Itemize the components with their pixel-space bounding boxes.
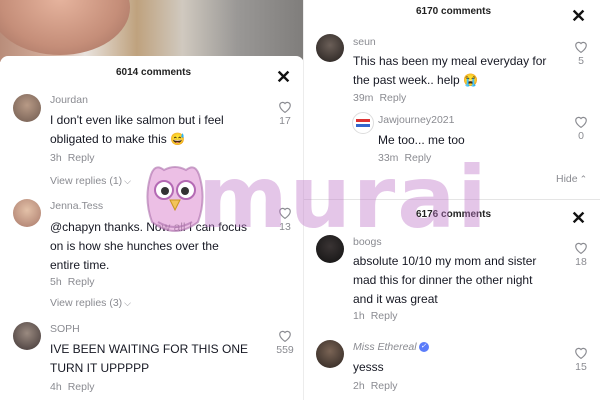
comment-username[interactable]: Jenna.Tess — [50, 200, 103, 212]
comment-meta: 2h Reply — [353, 380, 398, 392]
left-comments-screenshot: 6014 comments ✕ Jourdan I don't even lik… — [0, 0, 304, 400]
comment-time: 4h — [50, 381, 62, 393]
comment-text: I don't even like salmon but i feel oblig… — [50, 113, 224, 146]
chevron-up-icon: ⌃ — [579, 174, 588, 184]
comment-username[interactable]: Miss Ethereal ✓ — [353, 341, 429, 353]
avatar[interactable] — [13, 322, 41, 350]
reply-text: Me too... me too — [378, 133, 465, 147]
avatar[interactable] — [352, 112, 374, 134]
reply-button[interactable]: Reply — [68, 276, 95, 288]
like-count: 0 — [578, 130, 584, 142]
comment-meta: 1h Reply — [353, 310, 398, 322]
avatar[interactable] — [316, 340, 344, 368]
comments-count-header: 6176 comments — [416, 209, 492, 220]
comment-meta: 5h Reply — [50, 276, 95, 288]
close-button[interactable]: ✕ — [571, 209, 586, 227]
like-count: 559 — [276, 344, 294, 356]
heart-icon — [279, 207, 291, 219]
reply-button[interactable]: Reply — [371, 380, 398, 392]
avatar[interactable] — [316, 235, 344, 263]
view-replies-button[interactable]: View replies (3) ⌵ — [50, 297, 131, 309]
chevron-down-icon: ⌵ — [124, 176, 131, 186]
reply-button[interactable]: Reply — [379, 92, 406, 104]
like-button[interactable] — [573, 40, 589, 53]
heart-icon — [279, 101, 291, 113]
close-button[interactable]: ✕ — [571, 7, 586, 25]
comment-username[interactable]: seun — [353, 36, 376, 48]
reply-username[interactable]: Jawjourney2021 — [378, 114, 454, 126]
comment-text: @chapyn thanks. Now all I can focus on is… — [50, 220, 247, 272]
heart-icon — [575, 41, 587, 53]
reply-button[interactable]: Reply — [68, 152, 95, 164]
avatar[interactable] — [13, 94, 41, 122]
heart-icon — [575, 242, 587, 254]
like-button[interactable] — [277, 206, 293, 219]
heart-icon — [575, 347, 587, 359]
like-button[interactable] — [277, 329, 293, 342]
reply-button[interactable]: Reply — [68, 381, 95, 393]
right-bottom-comments-screenshot: 6176 comments ✕ boogs absolute 10/10 my … — [304, 200, 600, 400]
avatar[interactable] — [316, 34, 344, 62]
comment-time: 33m — [378, 152, 399, 164]
comment-text: This has been my meal everyday for the pa… — [353, 54, 547, 87]
like-button[interactable] — [573, 241, 589, 254]
like-count: 17 — [279, 115, 291, 127]
comments-count-header: 6170 comments — [416, 6, 492, 17]
comment-meta: 4h Reply — [50, 381, 95, 393]
comment-username[interactable]: Jourdan — [50, 94, 88, 106]
comment-time: 1h — [353, 310, 365, 322]
comment-username[interactable]: boogs — [353, 236, 382, 248]
like-count: 15 — [575, 361, 587, 373]
avatar[interactable] — [13, 199, 41, 227]
like-count: 18 — [575, 256, 587, 268]
reply-button[interactable]: Reply — [404, 152, 431, 164]
verified-badge-icon: ✓ — [418, 342, 429, 353]
close-button[interactable]: ✕ — [276, 68, 291, 86]
reply-button[interactable]: Reply — [371, 310, 398, 322]
comment-time: 5h — [50, 276, 62, 288]
comments-count-header: 6014 comments — [116, 67, 192, 78]
comment-username[interactable]: SOPH — [50, 323, 80, 335]
video-background-photo — [0, 0, 304, 62]
view-replies-button[interactable]: View replies (1) ⌵ — [50, 175, 131, 187]
hide-replies-button[interactable]: Hide ⌃ — [556, 173, 587, 185]
comment-time: 3h — [50, 152, 62, 164]
comment-meta: 39m Reply — [353, 92, 406, 104]
like-count: 5 — [578, 55, 584, 67]
like-button[interactable] — [573, 115, 589, 128]
comment-text: absolute 10/10 my mom and sister mad this… — [353, 254, 537, 306]
like-button[interactable] — [277, 100, 293, 113]
comment-text: yesss — [353, 360, 384, 374]
comment-time: 39m — [353, 92, 374, 104]
right-top-comments-screenshot: 6170 comments ✕ seun This has been my me… — [304, 0, 600, 200]
heart-icon — [575, 116, 587, 128]
like-button[interactable] — [573, 346, 589, 359]
comment-meta: 3h Reply — [50, 152, 95, 164]
like-count: 13 — [279, 221, 291, 233]
comment-time: 2h — [353, 380, 365, 392]
comment-text: IVE BEEN WAITING FOR THIS ONE TURN IT UPP… — [50, 342, 249, 375]
heart-icon — [279, 330, 291, 342]
comment-meta: 33m Reply — [378, 152, 431, 164]
chevron-down-icon: ⌵ — [124, 298, 131, 308]
